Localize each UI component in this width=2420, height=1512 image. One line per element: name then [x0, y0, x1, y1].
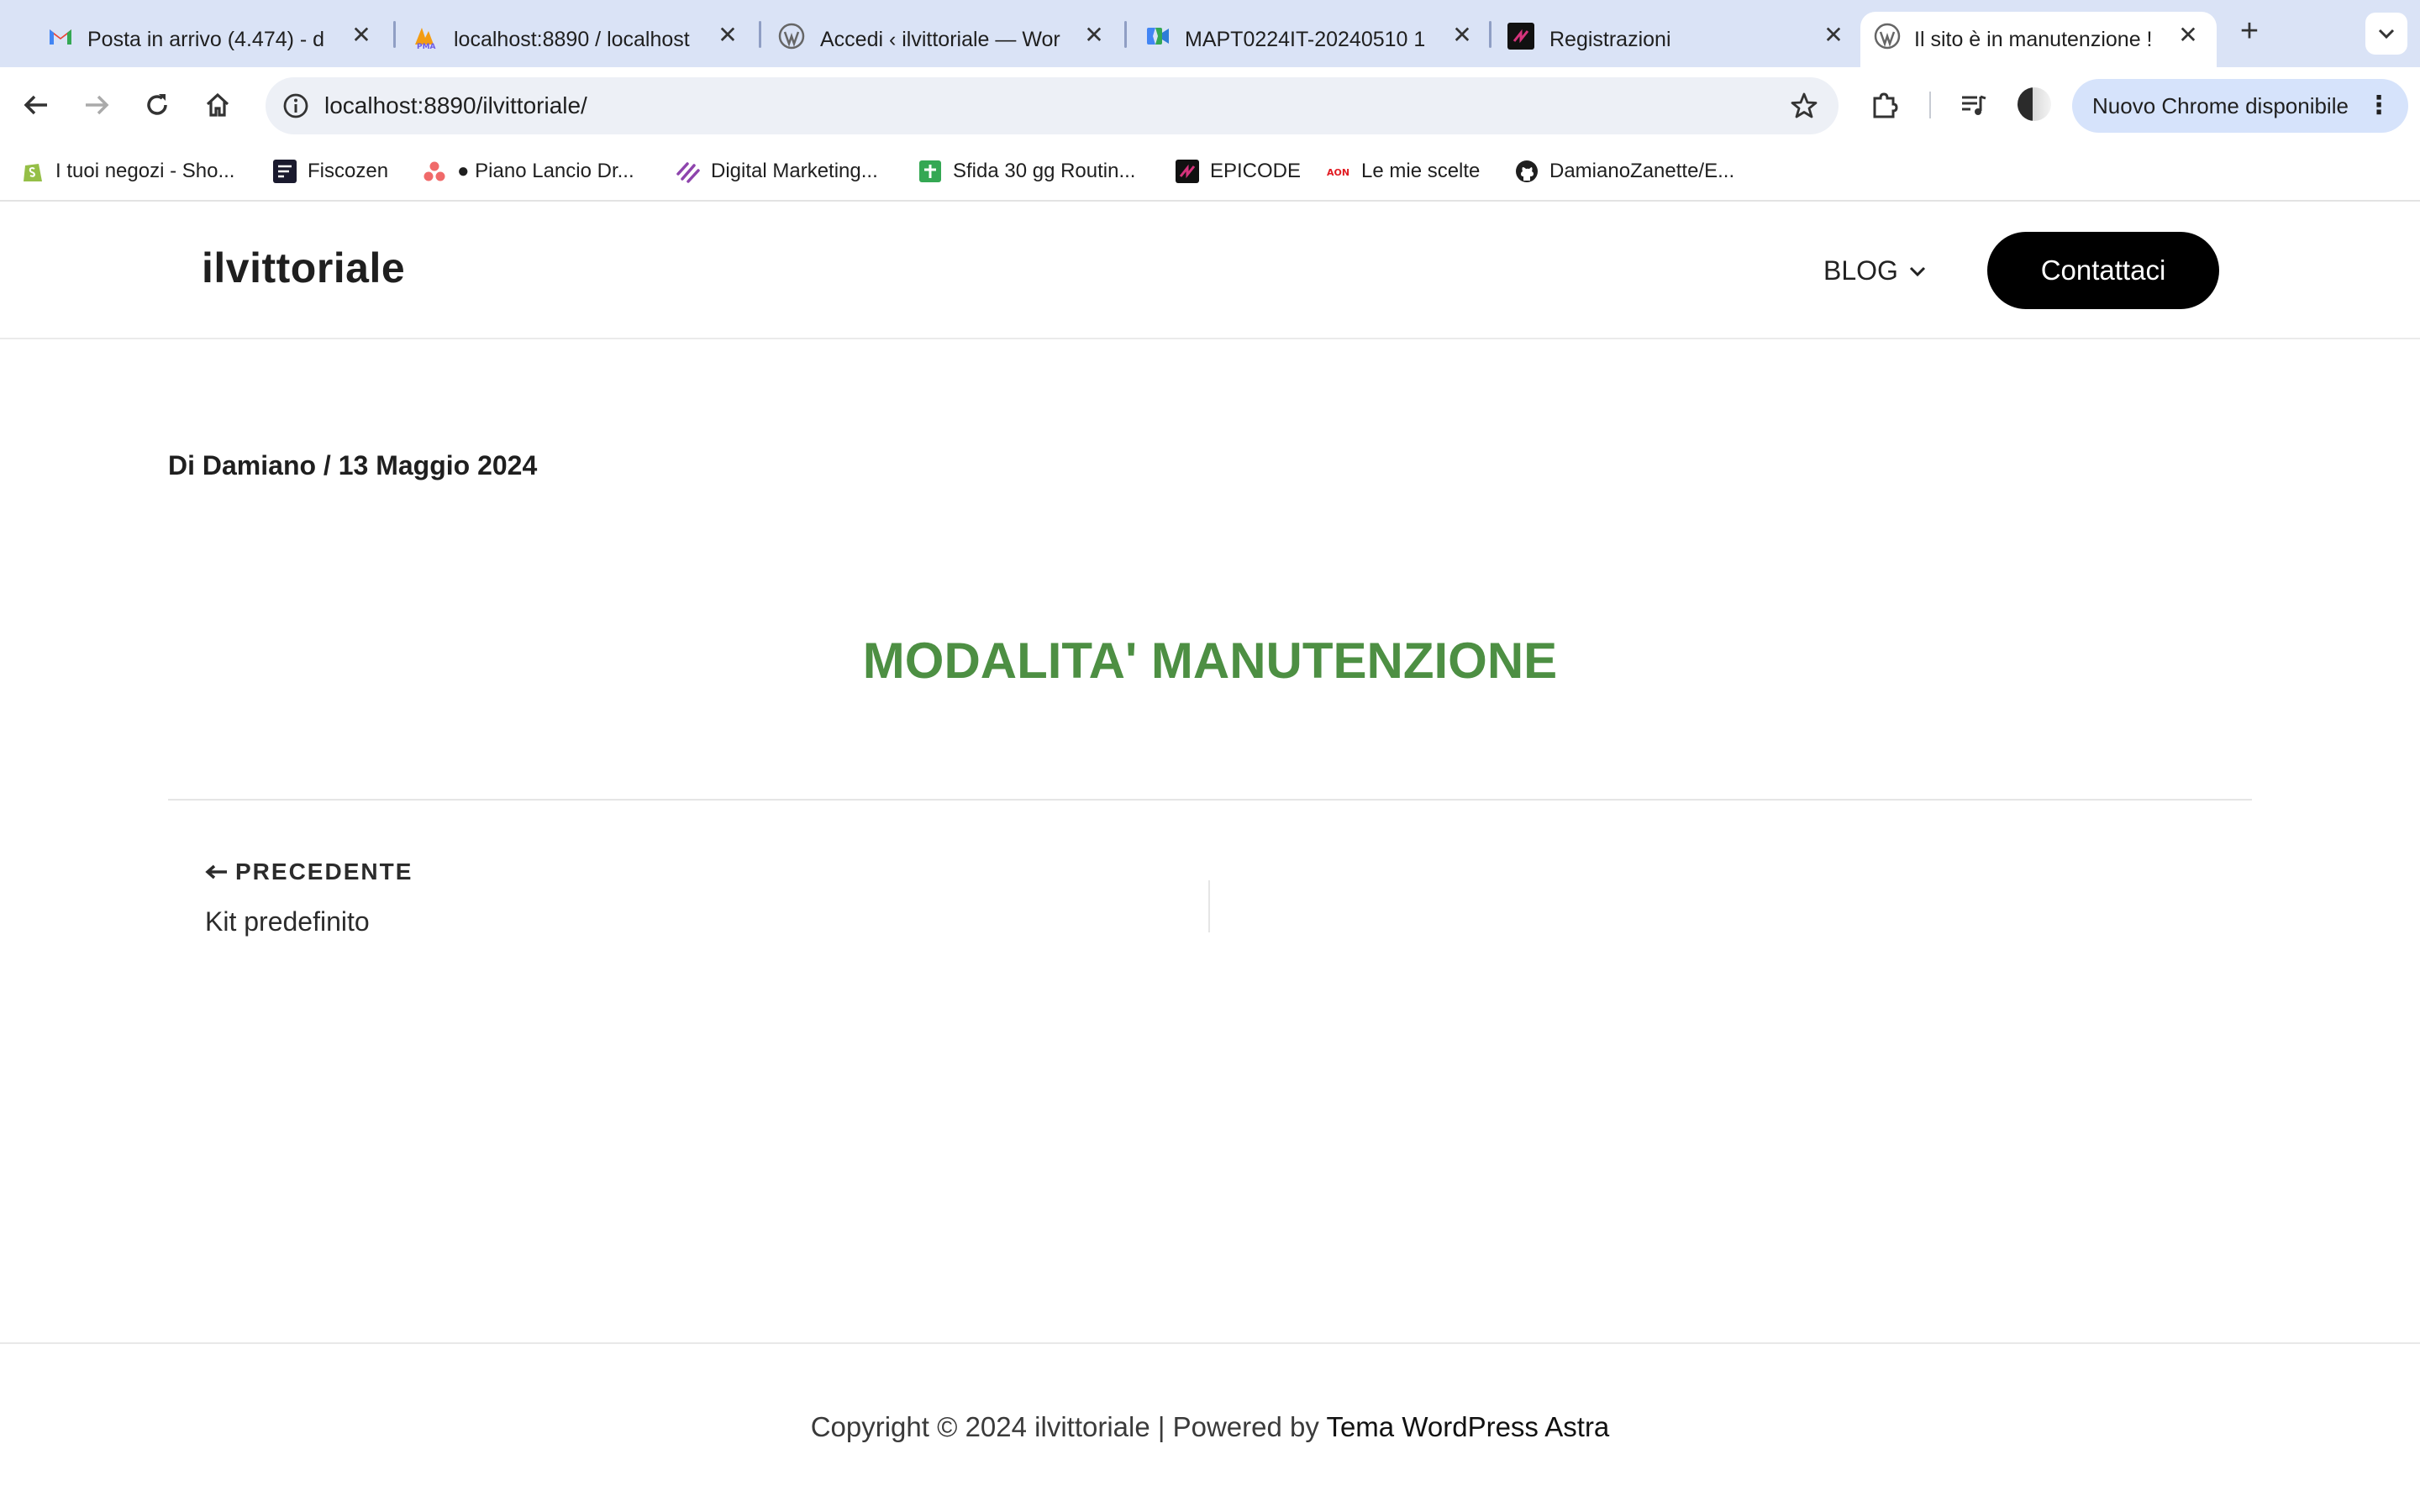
tab-gmail[interactable]: Posta in arrivo (4.474) - d ✕	[47, 12, 375, 67]
chevron-down-icon	[1909, 266, 1925, 276]
bookmark-aon[interactable]: AON Le mie scelte	[1326, 156, 1480, 186]
post-meta: Di Damiano / 13 Maggio 2024	[168, 450, 538, 480]
tab-search-chevron-icon[interactable]	[2365, 13, 2407, 55]
puzzle-icon	[1873, 92, 1898, 118]
footer-divider	[0, 1342, 2420, 1344]
tab-title: Il sito è in manutenzione !	[1914, 27, 2153, 51]
tab-title: localhost:8890 / localhost	[454, 27, 690, 51]
aon-icon: AON	[1327, 167, 1349, 178]
media-controls-button[interactable]	[1954, 86, 1993, 124]
meet-icon	[1147, 28, 1169, 45]
bookmark-digital-marketing[interactable]: Digital Marketing...	[676, 156, 878, 186]
theme-link[interactable]: Tema WordPress Astra	[1326, 1411, 1609, 1442]
content-divider	[168, 799, 2252, 801]
page-title: MODALITA' MANUTENZIONE	[862, 633, 1558, 689]
bookmark-label: ● Piano Lancio Dr...	[457, 160, 634, 182]
chrome-update-button[interactable]: Nuovo Chrome disponibile ⋮	[2072, 79, 2408, 133]
previous-label: PRECEDENTE	[235, 858, 413, 885]
tab-meet[interactable]: MAPT0224IT-20240510 1 ✕	[1144, 12, 1481, 67]
home-icon	[206, 92, 229, 117]
toolbar-divider	[1929, 92, 1931, 118]
back-button[interactable]	[17, 86, 55, 124]
tab-close-icon[interactable]: ✕	[1447, 20, 1477, 50]
reload-icon	[147, 94, 167, 115]
site-title[interactable]: ilvittoriale	[202, 244, 405, 292]
tab-wp-login[interactable]: Accedi ‹ ilvittoriale — Wor ✕	[778, 12, 1114, 67]
previous-post-link[interactable]: PRECEDENTE	[205, 858, 413, 885]
browser-toolbar: localhost:8890/ilvittoriale/ Nuovo Chrom…	[0, 67, 2420, 143]
bookmark-epicode[interactable]: EPICODE	[1175, 156, 1301, 186]
svg-text:AON: AON	[1327, 167, 1349, 178]
bookmark-label: Fiscozen	[308, 160, 389, 182]
tab-strip: Posta in arrivo (4.474) - d ✕ PMA localh…	[0, 0, 2420, 67]
tab-title: Accedi ‹ ilvittoriale — Wor	[820, 27, 1060, 51]
forward-button[interactable]	[77, 86, 116, 124]
svg-text:PMA: PMA	[417, 43, 436, 50]
bookmark-label: I tuoi negozi - Sho...	[55, 160, 235, 182]
tab-close-icon[interactable]: ✕	[1079, 20, 1109, 50]
wordpress-icon	[1874, 23, 1901, 50]
tab-close-icon[interactable]: ✕	[713, 20, 743, 50]
bookmark-label: EPICODE	[1210, 160, 1302, 182]
reload-button[interactable]	[138, 86, 176, 124]
epicode-icon	[1176, 160, 1199, 183]
bookmark-label: DamianoZanette/E...	[1549, 160, 1735, 182]
wordpress-icon	[778, 23, 805, 50]
home-button[interactable]	[198, 86, 237, 124]
gmail-icon	[50, 29, 71, 45]
bookmarks-bar: I tuoi negozi - Sho... Fiscozen ● Piano …	[0, 143, 2420, 202]
update-label: Nuovo Chrome disponibile	[2092, 93, 2349, 118]
bookmark-label: Le mie scelte	[1361, 160, 1481, 182]
tab-registrazioni[interactable]: Registrazioni ✕	[1507, 12, 1844, 67]
media-queue-icon	[1962, 95, 1986, 115]
github-icon	[1516, 160, 1538, 182]
epicode-icon	[1507, 23, 1534, 50]
back-arrow-icon	[24, 95, 47, 115]
tab-phpmyadmin[interactable]: PMA localhost:8890 / localhost ✕	[413, 12, 741, 67]
bookmark-label: Digital Marketing...	[711, 160, 878, 182]
tab-close-icon[interactable]: ✕	[1818, 20, 1849, 50]
tab-separator	[1124, 21, 1127, 48]
bookmark-label: Sfida 30 gg Routin...	[953, 160, 1136, 182]
bookmark-sfida[interactable]: Sfida 30 gg Routin...	[918, 156, 1135, 186]
copyright-text: Copyright © 2024 ilvittoriale | Powered …	[810, 1411, 1319, 1442]
profile-avatar[interactable]	[2018, 87, 2051, 121]
tab-separator	[759, 21, 761, 48]
site-footer: Copyright © 2024 ilvittoriale | Powered …	[0, 1411, 2420, 1443]
tab-title: MAPT0224IT-20240510 1	[1185, 27, 1426, 51]
extensions-button[interactable]	[1865, 86, 1904, 124]
url-text[interactable]: localhost:8890/ilvittoriale/	[324, 77, 587, 134]
tab-separator	[1489, 21, 1491, 48]
nav-blog-label: BLOG	[1823, 255, 1898, 286]
more-menu-icon[interactable]: ⋮	[2366, 79, 2391, 133]
bookmark-shopify[interactable]: I tuoi negozi - Sho...	[20, 156, 234, 186]
contact-button[interactable]: Contattaci	[1987, 232, 2219, 309]
asana-icon	[424, 161, 445, 181]
tab-title: Registrazioni	[1549, 27, 1671, 51]
shopify-icon	[24, 164, 42, 181]
address-bar[interactable]: localhost:8890/ilvittoriale/	[266, 77, 1839, 134]
stripes-icon	[676, 162, 700, 183]
post-nav-divider	[1208, 880, 1210, 932]
forward-arrow-icon	[86, 95, 109, 115]
phpmyadmin-icon: PMA	[415, 28, 436, 50]
previous-post-title[interactable]: Kit predefinito	[205, 906, 370, 937]
bookmark-github[interactable]: DamianoZanette/E...	[1514, 156, 1734, 186]
arrow-left-icon	[205, 864, 227, 879]
new-tab-button[interactable]: +	[2231, 13, 2268, 50]
tab-manutenzione[interactable]: Il sito è in manutenzione ! ✕	[1860, 12, 2217, 67]
tab-title: Posta in arrivo (4.474) - d	[87, 27, 325, 51]
tab-close-icon[interactable]: ✕	[346, 20, 376, 50]
site-header: ilvittoriale BLOG Contattaci	[0, 203, 2420, 339]
sheets-icon	[919, 160, 941, 182]
site-info-icon[interactable]	[282, 92, 309, 119]
fiscozen-icon	[273, 160, 297, 183]
nav-blog-menu[interactable]: BLOG	[1823, 255, 1927, 286]
bookmark-asana[interactable]: ● Piano Lancio Dr...	[422, 156, 634, 186]
tab-separator	[393, 21, 396, 48]
bookmark-star-icon[interactable]	[1790, 92, 1818, 120]
bookmark-fiscozen[interactable]: Fiscozen	[272, 156, 388, 186]
tab-close-icon[interactable]: ✕	[2173, 20, 2203, 50]
